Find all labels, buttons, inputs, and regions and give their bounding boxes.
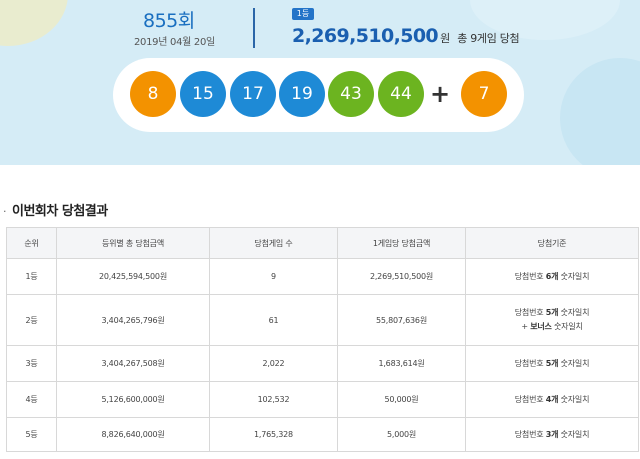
bonus-plus-sign: + xyxy=(430,80,451,108)
criteria-line: 당첨번호 4개 숫자일치 xyxy=(468,393,636,407)
first-prize-amount: 2,269,510,500 xyxy=(292,25,439,47)
prize-per-game-cell: 50,000원 xyxy=(337,381,466,418)
criteria-line: 당첨번호 5개 숫자일치 xyxy=(468,306,636,320)
criteria-text: 숫자일치 xyxy=(558,394,590,404)
prize-per-game-cell: 55,807,636원 xyxy=(337,294,466,346)
first-prize-summary: 2,269,510,500 원 총 9게임 당첨 xyxy=(292,25,520,47)
criteria-text: 숫자일치 xyxy=(551,322,583,331)
criteria-bonus: 보너스 xyxy=(530,322,552,331)
table-row: 3등 3,404,267,508원 2,022 1,683,614원 당첨번호 … xyxy=(6,345,639,382)
section-title-text: 이번회차 당첨결과 xyxy=(12,204,108,219)
criteria-cell: 당첨번호 3개 숫자일치 xyxy=(465,417,639,452)
decorative-circle xyxy=(560,58,640,165)
rank-cell: 3등 xyxy=(6,345,57,382)
winning-games-cell: 102,532 xyxy=(209,381,338,418)
banner-divider xyxy=(253,8,255,48)
column-header-criteria: 당첨기준 xyxy=(465,227,639,259)
winning-number-ball: 17 xyxy=(230,71,276,117)
prize-per-game-cell: 5,000원 xyxy=(337,417,466,452)
criteria-cell: 당첨번호 5개 숫자일치 + 보너스 숫자일치 xyxy=(465,294,639,346)
total-prize-cell: 3,404,265,796원 xyxy=(56,294,210,346)
column-header-winning-games: 당첨게임 수 xyxy=(209,227,338,259)
winning-numbers-panel: 8 15 17 19 43 44 + 7 xyxy=(113,58,524,132)
winning-number-ball: 43 xyxy=(328,71,374,117)
section-bullet: · xyxy=(3,205,7,218)
criteria-line: 당첨번호 6개 숫자일치 xyxy=(468,270,636,284)
first-rank-badge: 1등 xyxy=(292,8,314,20)
column-header-rank: 순위 xyxy=(6,227,57,259)
criteria-cell: 당첨번호 4개 숫자일치 xyxy=(465,381,639,418)
winning-number-ball: 44 xyxy=(378,71,424,117)
total-prize-cell: 20,425,594,500원 xyxy=(56,258,210,295)
rank-cell: 1등 xyxy=(6,258,57,295)
criteria-text: 숫자일치 xyxy=(558,271,590,281)
winning-number-ball: 19 xyxy=(279,71,325,117)
criteria-line: 당첨번호 3개 숫자일치 xyxy=(468,428,636,442)
criteria-count: 5개 xyxy=(545,308,559,317)
criteria-count: 4개 xyxy=(545,394,559,404)
criteria-text: 당첨번호 xyxy=(514,358,546,368)
first-prize-unit: 원 xyxy=(440,32,451,45)
winning-number-ball: 15 xyxy=(180,71,226,117)
prize-per-game-cell: 1,683,614원 xyxy=(337,345,466,382)
prize-results-table: 순위 등위별 총 당첨금액 당첨게임 수 1게임당 당첨금액 당첨기준 1등 2… xyxy=(6,227,639,452)
total-prize-cell: 5,126,600,000원 xyxy=(56,381,210,418)
table-row: 5등 8,826,640,000원 1,765,328 5,000원 당첨번호 … xyxy=(6,417,639,452)
criteria-cell: 당첨번호 5개 숫자일치 xyxy=(465,345,639,382)
bonus-number-ball: 7 xyxy=(461,71,507,117)
total-prize-cell: 3,404,267,508원 xyxy=(56,345,210,382)
criteria-text: 당첨번호 xyxy=(514,394,546,404)
winning-games-cell: 2,022 xyxy=(209,345,338,382)
total-prize-cell: 8,826,640,000원 xyxy=(56,417,210,452)
criteria-count: 3개 xyxy=(545,429,559,439)
criteria-text: 숫자일치 xyxy=(558,429,590,439)
rank-cell: 2등 xyxy=(6,294,57,346)
table-row: 1등 20,425,594,500원 9 2,269,510,500원 당첨번호… xyxy=(6,258,639,295)
criteria-text: 당첨번호 xyxy=(514,271,546,281)
rank-cell: 4등 xyxy=(6,381,57,418)
first-prize-winners: 총 9게임 당첨 xyxy=(457,32,520,45)
winning-games-cell: 61 xyxy=(209,294,338,346)
rank-cell: 5등 xyxy=(6,417,57,452)
decorative-circle xyxy=(0,0,68,46)
column-header-prize-per-game: 1게임당 당첨금액 xyxy=(337,227,466,259)
section-title: · 이번회차 당첨결과 xyxy=(3,200,108,219)
winning-games-cell: 9 xyxy=(209,258,338,295)
criteria-cell: 당첨번호 6개 숫자일치 xyxy=(465,258,639,295)
draw-date: 2019년 04월 20일 xyxy=(134,37,215,48)
table-row: 4등 5,126,600,000원 102,532 50,000원 당첨번호 4… xyxy=(6,381,639,418)
criteria-text: 숫자일치 xyxy=(558,308,590,317)
column-header-total-prize: 등위별 총 당첨금액 xyxy=(56,227,210,259)
draw-round-number: 855회 xyxy=(143,10,195,32)
criteria-text: 당첨번호 xyxy=(514,308,546,317)
criteria-text: + xyxy=(521,322,531,331)
criteria-text: 숫자일치 xyxy=(558,358,590,368)
prize-per-game-cell: 2,269,510,500원 xyxy=(337,258,466,295)
criteria-line: + 보너스 숫자일치 xyxy=(468,320,636,334)
winning-games-cell: 1,765,328 xyxy=(209,417,338,452)
criteria-line: 당첨번호 5개 숫자일치 xyxy=(468,357,636,371)
criteria-text: 당첨번호 xyxy=(514,429,546,439)
draw-result-banner: 855회 2019년 04월 20일 1등 2,269,510,500 원 총 9게… xyxy=(0,0,640,165)
criteria-count: 6개 xyxy=(545,271,559,281)
criteria-count: 5개 xyxy=(545,358,559,368)
table-row: 2등 3,404,265,796원 61 55,807,636원 당첨번호 5개… xyxy=(6,294,639,346)
winning-number-ball: 8 xyxy=(130,71,176,117)
table-header-row: 순위 등위별 총 당첨금액 당첨게임 수 1게임당 당첨금액 당첨기준 xyxy=(6,227,639,259)
